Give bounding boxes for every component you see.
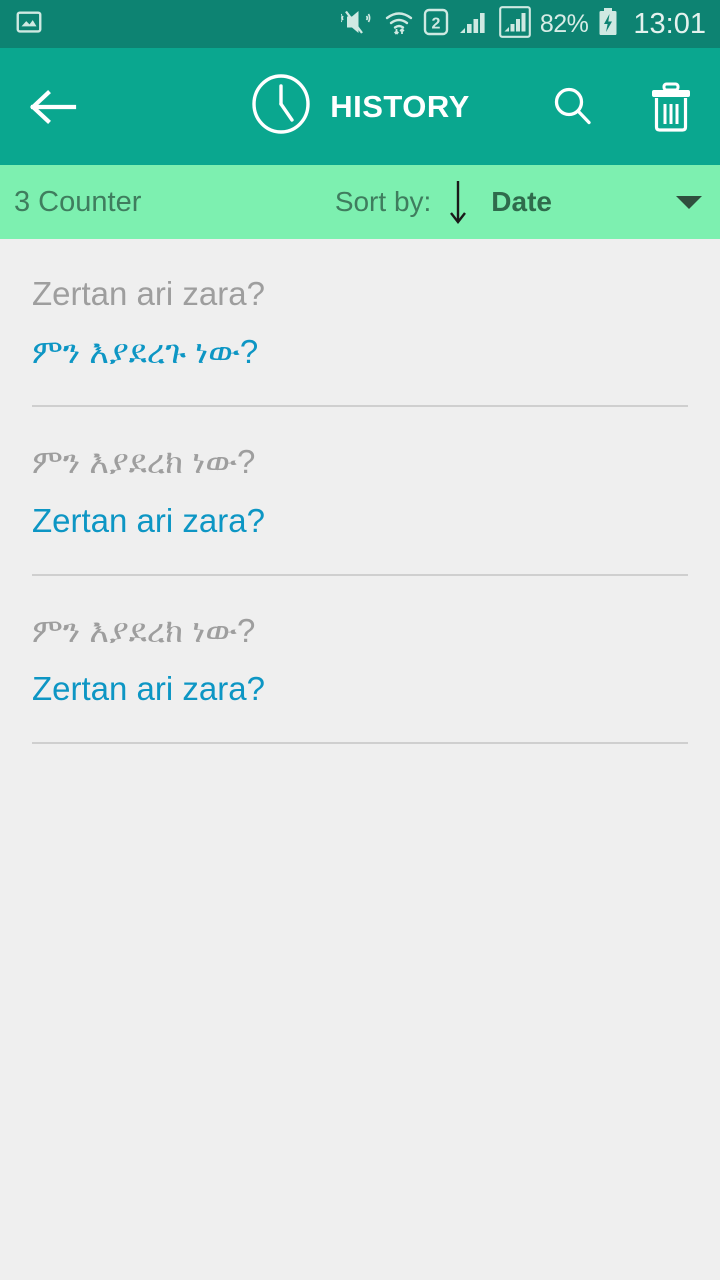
chevron-down-icon[interactable]: [674, 192, 704, 212]
app-bar-actions: [546, 80, 698, 134]
history-target-text: Zertan ari zara?: [32, 501, 265, 539]
battery-percent-label: 82%: [539, 9, 589, 38]
status-bar-clock: 13:01: [633, 7, 706, 40]
status-bar-left: [14, 7, 44, 42]
status-bar: 2 82% 13:01: [0, 0, 720, 48]
sort-value-label[interactable]: Date: [491, 186, 552, 218]
signal-bars-boxed-icon: [499, 5, 531, 43]
history-list-item[interactable]: ምን እያደረክ ነው? Zertan ari zara?: [32, 576, 688, 745]
back-button[interactable]: [22, 77, 82, 137]
history-target-text: ምን እያደረጉ ነው?: [32, 333, 259, 371]
sort-bar: 3 Counter Sort by: Date: [0, 165, 720, 239]
svg-text:2: 2: [431, 15, 440, 32]
history-list-item[interactable]: Zertan ari zara? ምን እያደረጉ ነው?: [32, 239, 688, 408]
sort-descending-arrow-icon[interactable]: [445, 177, 471, 227]
signal-bars-icon: [458, 7, 490, 42]
page-title: HISTORY: [330, 88, 470, 124]
history-source-text: ምን እያደረክ ነው?: [32, 443, 256, 481]
back-arrow-icon: [29, 89, 77, 124]
sort-control-group[interactable]: Sort by: Date: [335, 177, 704, 227]
clock-icon: [250, 73, 312, 140]
history-list-item[interactable]: ምን እያደረክ ነው? Zertan ari zara?: [32, 407, 688, 576]
history-source-text: ምን እያደረክ ነው?: [32, 611, 256, 649]
history-list: Zertan ari zara? ምን እያደረጉ ነው? ምን እያደረክ ነ…: [0, 239, 720, 745]
battery-charging-icon: [597, 7, 619, 42]
sort-by-label: Sort by:: [334, 186, 432, 217]
history-counter-label: 3 Counter: [14, 185, 142, 218]
sim2-icon: 2: [423, 7, 449, 42]
status-bar-right: 2 82% 13:01: [339, 5, 706, 43]
history-target-text: Zertan ari zara?: [32, 670, 265, 708]
search-icon: [554, 87, 591, 124]
delete-history-button[interactable]: [644, 80, 698, 134]
app-bar: HISTORY: [0, 48, 720, 165]
vibrate-mute-icon: [339, 7, 375, 42]
list-divider: [32, 742, 688, 745]
trash-icon: [652, 82, 690, 132]
search-button[interactable]: [546, 80, 600, 134]
history-source-text: Zertan ari zara?: [32, 275, 265, 312]
image-icon: [14, 7, 44, 42]
wifi-icon: [384, 7, 414, 42]
